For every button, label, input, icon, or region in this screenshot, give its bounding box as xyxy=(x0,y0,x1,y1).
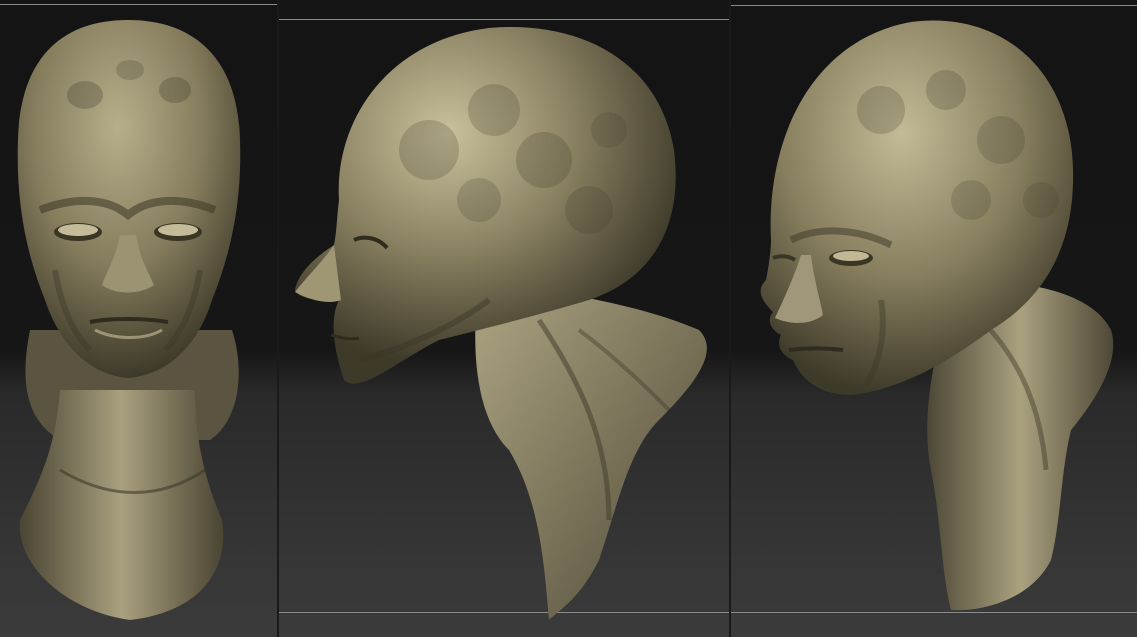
alien-head-front-view xyxy=(17,20,241,620)
front-view-panel xyxy=(0,0,278,637)
alien-head-three-quarter-view xyxy=(760,20,1114,611)
three-quarter-view-panel xyxy=(731,0,1137,637)
side-view-panel xyxy=(279,0,730,637)
render-canvas xyxy=(0,0,1137,637)
alien-head-side-view xyxy=(295,27,707,620)
